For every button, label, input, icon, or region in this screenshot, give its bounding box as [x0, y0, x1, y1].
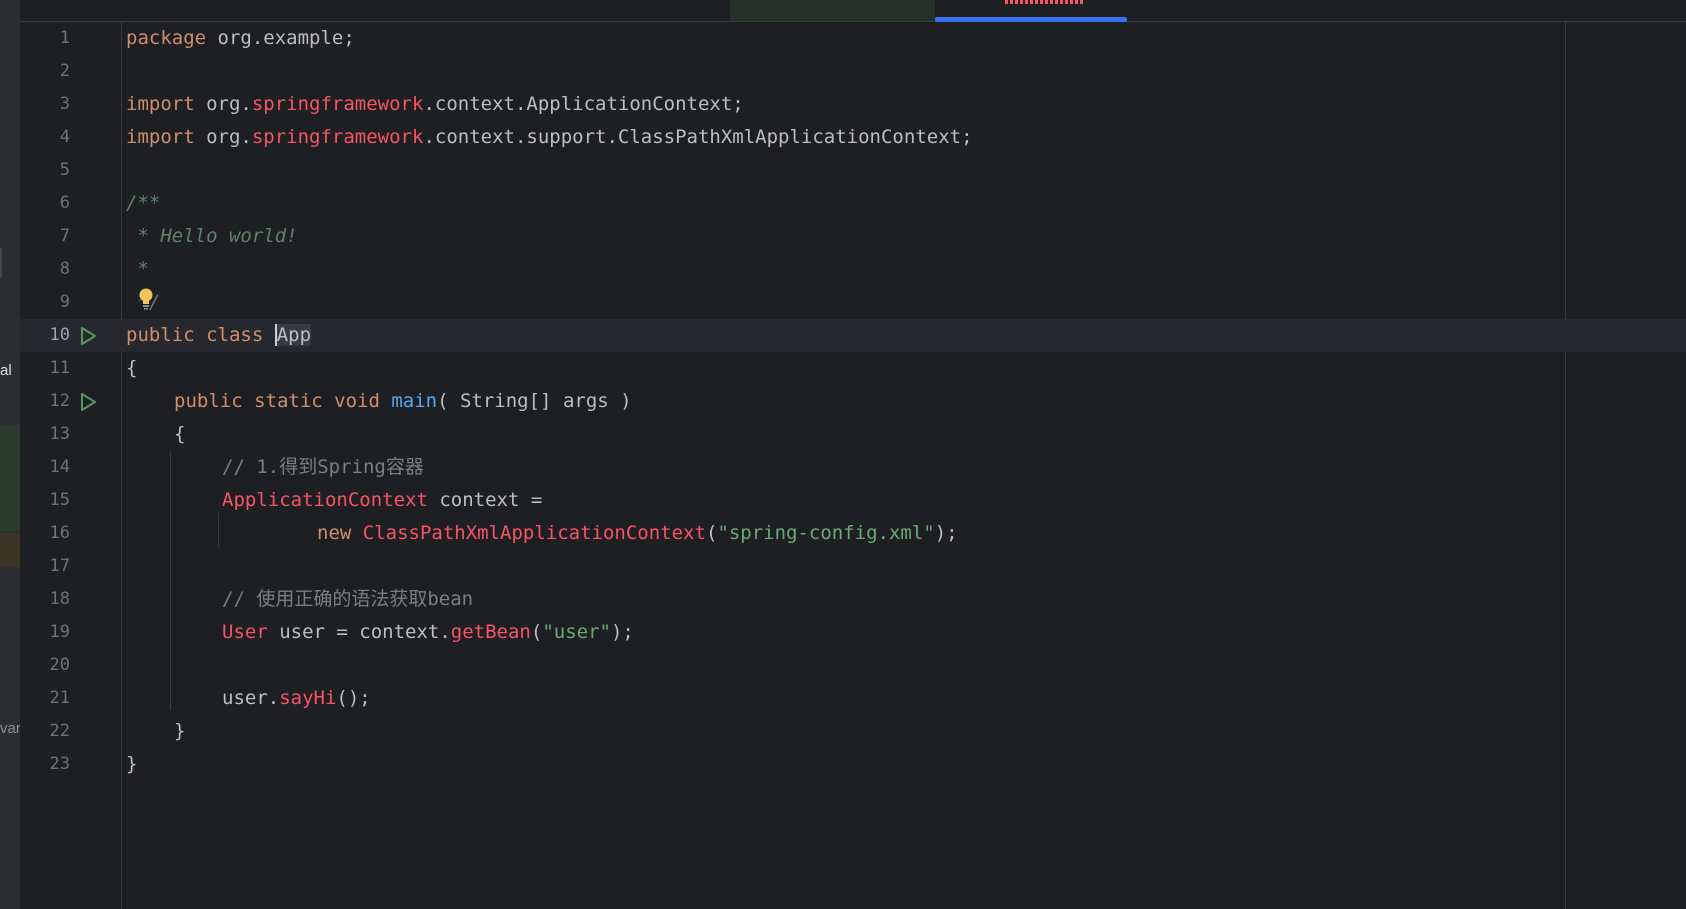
code-line-15[interactable]: 15 ApplicationContext context = [20, 484, 1686, 517]
line-number: 1 [59, 28, 70, 48]
vcs-modified-marker [0, 533, 20, 567]
code-line-8[interactable]: 8 * [20, 253, 1686, 286]
line-number: 14 [49, 457, 70, 477]
code-line-1[interactable]: 1 package org.example; [20, 22, 1686, 55]
line-number: 15 [49, 490, 70, 510]
line-number: 23 [49, 754, 70, 774]
vcs-added-marker [0, 425, 20, 531]
code-text: ApplicationContext context = [222, 489, 543, 511]
code-text: user.sayHi(); [222, 687, 371, 709]
line-number: 6 [59, 193, 70, 213]
line-comment: // 使用正确的语法获取bean [222, 588, 474, 610]
code-text: public class App [126, 324, 312, 346]
line-number: 16 [49, 523, 70, 543]
class-name-highlight[interactable]: App [274, 324, 312, 346]
code-text: package org.example; [126, 27, 355, 49]
code-line-2[interactable]: 2 [20, 55, 1686, 88]
code-line-11[interactable]: 11 { [20, 352, 1686, 385]
code-line-6[interactable]: 6 /** [20, 187, 1686, 220]
ide-window: al var 1 package org.example; 2 3 import… [0, 0, 1686, 909]
line-number: 8 [59, 259, 70, 279]
code-line-14[interactable]: 14 // 1.得到Spring容器 [20, 451, 1686, 484]
code-text: User user = context.getBean("user"); [222, 621, 634, 643]
code-text: } [126, 753, 138, 775]
side-panel-label-var[interactable]: var [0, 720, 21, 737]
code-line-19[interactable]: 19 User user = context.getBean("user"); [20, 616, 1686, 649]
tool-strip-marker [0, 248, 2, 278]
editor-tab-modified[interactable] [730, 0, 955, 21]
side-panel-label[interactable]: al [0, 362, 12, 379]
code-text: } [174, 720, 186, 742]
code-line-5[interactable]: 5 [20, 154, 1686, 187]
run-gutter-icon[interactable] [78, 392, 98, 412]
code-line-4[interactable]: 4 import org.springframework.context.sup… [20, 121, 1686, 154]
line-number: 5 [59, 160, 70, 180]
code-line-13[interactable]: 13 { [20, 418, 1686, 451]
code-line-16[interactable]: 16 new ClassPathXmlApplicationContext("s… [20, 517, 1686, 550]
line-number: 10 [49, 325, 70, 345]
code-line-20[interactable]: 20 [20, 649, 1686, 682]
line-number: 12 [49, 391, 70, 411]
tab-error-squiggle [1005, 0, 1083, 4]
code-line-7[interactable]: 7 * Hello world! [20, 220, 1686, 253]
line-number: 9 [59, 292, 70, 312]
code-line-18[interactable]: 18 // 使用正确的语法获取bean [20, 583, 1686, 616]
code-line-22[interactable]: 22 } [20, 715, 1686, 748]
doc-comment: /** [126, 192, 161, 214]
code-line-12[interactable]: 12 public static void main( String[] arg… [20, 385, 1686, 418]
run-gutter-icon[interactable] [78, 326, 98, 346]
editor-tab-active[interactable] [935, 0, 1127, 22]
doc-comment: * Hello world! [126, 225, 298, 247]
line-number: 11 [49, 358, 70, 378]
code-text: public static void main( String[] args ) [174, 390, 632, 412]
code-line-3[interactable]: 3 import org.springframework.context.App… [20, 88, 1686, 121]
code-text: { [126, 357, 138, 379]
line-number: 2 [59, 61, 70, 81]
line-number: 7 [59, 226, 70, 246]
line-number: 3 [59, 94, 70, 114]
line-number: 19 [49, 622, 70, 642]
code-line-9[interactable]: 9 */ [20, 286, 1686, 319]
code-text: { [174, 423, 186, 445]
code-text: import org.springframework.context.suppo… [126, 126, 973, 148]
code-line-17[interactable]: 17 [20, 550, 1686, 583]
line-number: 21 [49, 688, 70, 708]
line-number: 22 [49, 721, 70, 741]
left-tool-strip: al var [0, 0, 21, 909]
doc-comment: * [126, 258, 149, 280]
code-line-10[interactable]: 10 public class App [20, 319, 1686, 352]
code-line-21[interactable]: 21 user.sayHi(); [20, 682, 1686, 715]
editor-tab-bar [20, 0, 1686, 22]
line-number: 18 [49, 589, 70, 609]
code-text: new ClassPathXmlApplicationContext("spri… [317, 522, 958, 544]
line-number: 17 [49, 556, 70, 576]
lightbulb-icon[interactable] [138, 288, 154, 310]
line-number: 4 [59, 127, 70, 147]
line-comment: // 1.得到Spring容器 [222, 456, 424, 478]
line-number: 13 [49, 424, 70, 444]
code-line-23[interactable]: 23 } [20, 748, 1686, 781]
code-text: import org.springframework.context.Appli… [126, 93, 744, 115]
line-number: 20 [49, 655, 70, 675]
